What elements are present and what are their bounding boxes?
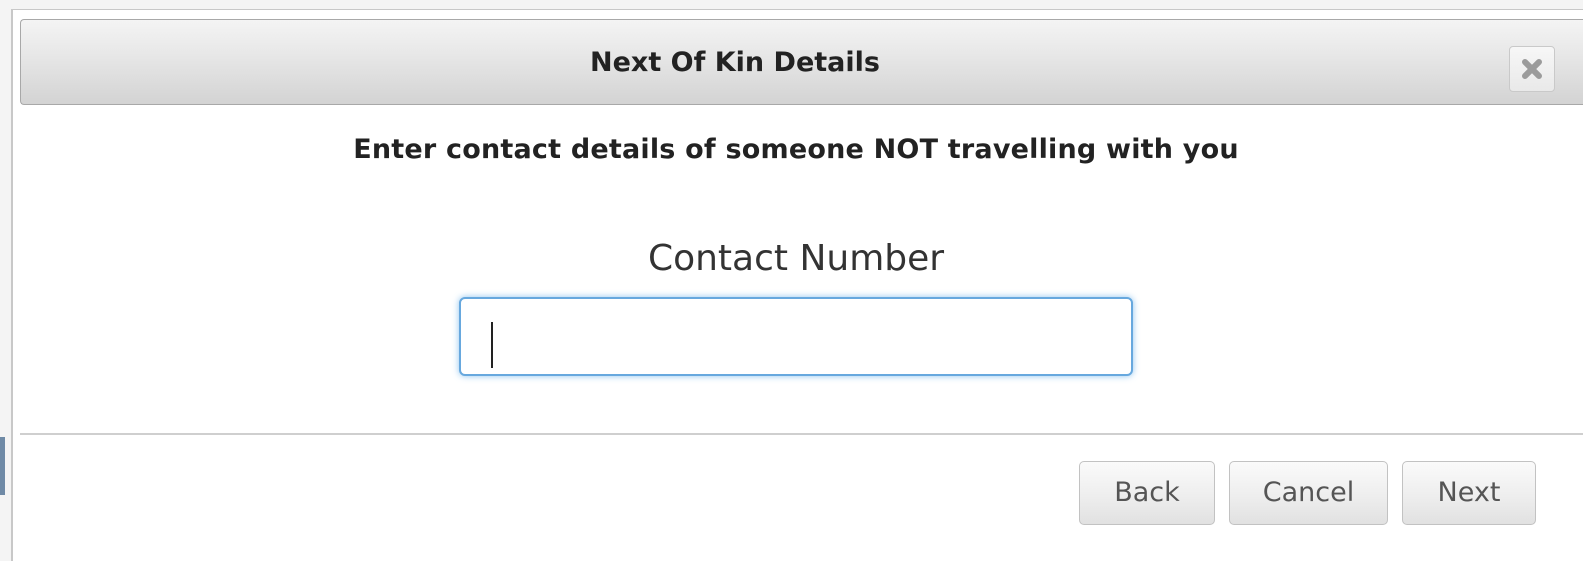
next-of-kin-dialog: Next Of Kin Details Enter contact detail… (11, 9, 1583, 561)
contact-number-input[interactable] (459, 297, 1133, 376)
dialog-title: Next Of Kin Details (590, 47, 880, 78)
dialog-titlebar[interactable]: Next Of Kin Details (20, 19, 1583, 105)
contact-number-label: Contact Number (647, 238, 945, 279)
close-icon (1522, 59, 1542, 79)
page: Next Of Kin Details Enter contact detail… (0, 0, 1583, 561)
close-button[interactable] (1509, 46, 1555, 92)
text-cursor (491, 322, 493, 368)
instruction-text: Enter contact details of someone NOT tra… (353, 134, 1239, 165)
footer-divider (20, 433, 1583, 435)
next-button[interactable]: Next (1402, 461, 1536, 525)
background-page-marker (0, 437, 5, 495)
back-button[interactable]: Back (1079, 461, 1215, 525)
footer-button-group: Back Cancel Next (1079, 461, 1536, 525)
cancel-button[interactable]: Cancel (1229, 461, 1388, 525)
